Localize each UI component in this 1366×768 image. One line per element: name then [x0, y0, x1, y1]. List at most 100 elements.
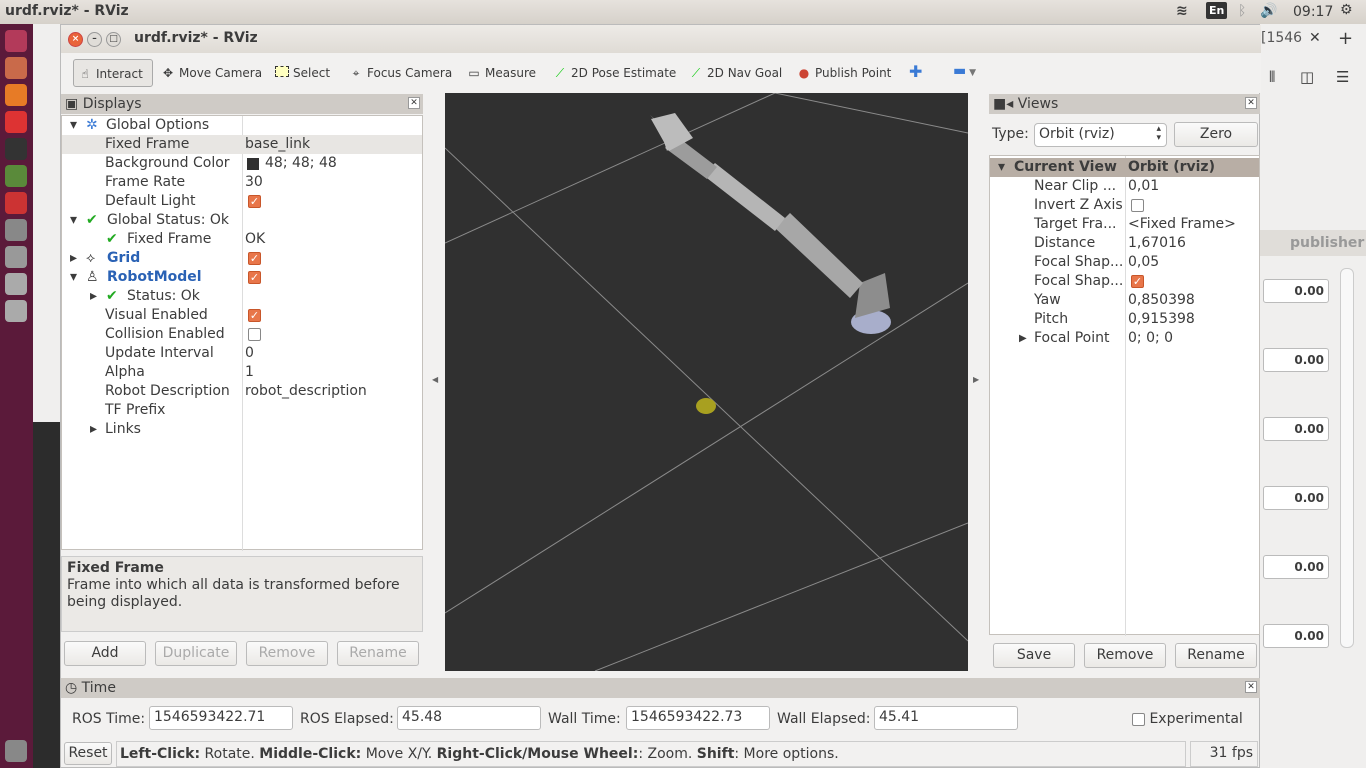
clock[interactable]: 09:17	[1293, 4, 1333, 20]
trash-icon[interactable]	[5, 740, 27, 762]
publisher-tab[interactable]: publisher	[1260, 230, 1366, 256]
expand-icon[interactable]: ▾	[70, 116, 77, 135]
tree-row-robot-description[interactable]: Robot Description robot_description	[62, 382, 422, 401]
tree-row-robotmodel[interactable]: ▾ ♙ RobotModel ✓	[62, 268, 422, 287]
value-field[interactable]: 0.00	[1263, 417, 1329, 441]
app-icon[interactable]	[5, 165, 27, 187]
remove-display-button[interactable]: Remove	[246, 641, 328, 666]
robotmodel-checkbox[interactable]: ✓	[248, 270, 261, 284]
interact-tool[interactable]: ☝ Interact	[73, 59, 153, 87]
reset-button[interactable]: Reset	[64, 742, 112, 765]
add-tool-button[interactable]: ✚	[905, 59, 926, 87]
browser-tab[interactable]: [1546	[1261, 30, 1302, 46]
tree-row-collision-enabled[interactable]: Collision Enabled	[62, 325, 422, 344]
remove-view-button[interactable]: Remove	[1084, 643, 1166, 668]
grid-checkbox[interactable]: ✓	[248, 251, 261, 265]
rename-display-button[interactable]: Rename	[337, 641, 419, 666]
tree-row-alpha[interactable]: Alpha 1	[62, 363, 422, 382]
minimize-button[interactable]: –	[87, 32, 102, 47]
volume-icon[interactable]: 🔊	[1260, 3, 1277, 19]
collapse-right-handle[interactable]: ▶	[973, 375, 979, 384]
zero-button[interactable]: Zero	[1174, 122, 1258, 147]
tree-row-fixed-frame[interactable]: Fixed Frame base_link	[62, 135, 422, 154]
tree-row-links[interactable]: ▸ Links	[62, 420, 422, 439]
firefox-icon[interactable]	[5, 84, 27, 106]
duplicate-display-button[interactable]: Duplicate	[155, 641, 237, 666]
remove-tool-button[interactable]: ▬ ▼	[949, 59, 980, 87]
collision-enabled-checkbox[interactable]	[248, 327, 261, 341]
view-type-select[interactable]: Orbit (rviz) ▴ ▾	[1034, 123, 1167, 147]
experimental-checkbox-wrap[interactable]: Experimental	[1132, 711, 1243, 727]
value-field[interactable]: 0.00	[1263, 348, 1329, 372]
views-tree[interactable]: ▾ Current View Orbit (rviz) Near Clip ... 0…	[989, 155, 1260, 636]
app-icon[interactable]	[5, 300, 27, 322]
scrollbar[interactable]	[1340, 268, 1354, 648]
tree-row-focal-point[interactable]: ▶ Focal Point 0; 0; 0	[990, 329, 1259, 348]
tree-row-background-color[interactable]: Background Color 48; 48; 48	[62, 154, 422, 173]
value-field[interactable]: 0.00	[1263, 486, 1329, 510]
app-icon[interactable]	[5, 273, 27, 295]
save-view-button[interactable]: Save	[993, 643, 1075, 668]
tree-row-current-view[interactable]: ▾ Current View Orbit (rviz)	[990, 158, 1259, 177]
displays-tree[interactable]: ▾ ✲ Global Options Fixed Frame base_link Ba…	[61, 115, 423, 551]
close-panel-button[interactable]: ✕	[1245, 681, 1257, 693]
close-tab-icon[interactable]: ✕	[1309, 30, 1321, 46]
tree-row-tf-prefix[interactable]: TF Prefix	[62, 401, 422, 420]
tree-row-pitch[interactable]: Pitch 0,915398	[990, 310, 1259, 329]
expand-icon[interactable]: ▸	[70, 249, 77, 268]
select-tool[interactable]: Select	[271, 59, 334, 87]
invert-z-checkbox[interactable]	[1131, 198, 1144, 212]
tree-row-frame-rate[interactable]: Frame Rate 30	[62, 173, 422, 192]
maximize-button[interactable]: □	[106, 32, 121, 47]
tree-row-status[interactable]: ▸ ✔ Status: Ok	[62, 287, 422, 306]
pose-estimate-tool[interactable]: ⟋ 2D Pose Estimate	[549, 59, 680, 87]
nav-goal-tool[interactable]: ⟋ 2D Nav Goal	[685, 59, 786, 87]
ros-time-field[interactable]: 1546593422.71	[149, 706, 293, 730]
library-icon[interactable]: ⫴	[1269, 68, 1275, 86]
close-panel-button[interactable]: ✕	[1245, 97, 1257, 109]
tree-row-focal-shape-size[interactable]: Focal Shap... 0,05	[990, 253, 1259, 272]
terminal-icon[interactable]	[5, 138, 27, 160]
app-icon[interactable]	[5, 192, 27, 214]
tree-row-update-interval[interactable]: Update Interval 0	[62, 344, 422, 363]
tree-row-visual-enabled[interactable]: Visual Enabled ✓	[62, 306, 422, 325]
collapse-left-handle[interactable]: ◀	[432, 375, 438, 384]
files-icon[interactable]	[5, 57, 27, 79]
wall-elapsed-field[interactable]: 45.41	[874, 706, 1018, 730]
new-tab-icon[interactable]: +	[1338, 28, 1353, 49]
experimental-checkbox[interactable]	[1132, 712, 1145, 726]
rviz-icon[interactable]	[5, 246, 27, 268]
value-field[interactable]: 0.00	[1263, 555, 1329, 579]
tree-row-near-clip[interactable]: Near Clip ... 0,01	[990, 177, 1259, 196]
add-display-button[interactable]: Add	[64, 641, 146, 666]
value-field[interactable]: 0.00	[1263, 279, 1329, 303]
close-panel-button[interactable]: ✕	[408, 97, 420, 109]
tree-row-target-frame[interactable]: Target Fra... <Fixed Frame>	[990, 215, 1259, 234]
focus-camera-tool[interactable]: ⌖ Focus Camera	[345, 59, 456, 87]
tree-row-global-status[interactable]: ▾ ✔ Global Status: Ok	[62, 211, 422, 230]
dash-icon[interactable]	[5, 30, 27, 52]
color-swatch[interactable]	[247, 158, 259, 170]
app-icon[interactable]	[5, 111, 27, 133]
measure-tool[interactable]: ▭ Measure	[463, 59, 540, 87]
tree-row-focal-shape-fixed[interactable]: Focal Shap... ✓	[990, 272, 1259, 291]
wall-time-field[interactable]: 1546593422.73	[626, 706, 770, 730]
move-camera-tool[interactable]: ✥ Move Camera	[157, 59, 266, 87]
tree-row-distance[interactable]: Distance 1,67016	[990, 234, 1259, 253]
rename-view-button[interactable]: Rename	[1175, 643, 1257, 668]
visual-enabled-checkbox[interactable]: ✓	[248, 308, 261, 322]
bluetooth-icon[interactable]: ᛒ	[1238, 3, 1246, 19]
ros-elapsed-field[interactable]: 45.48	[397, 706, 541, 730]
focal-shape-checkbox[interactable]: ✓	[1131, 274, 1144, 288]
wifi-icon[interactable]: ≋	[1176, 3, 1188, 19]
tree-row-global-options[interactable]: ▾ ✲ Global Options	[62, 116, 422, 135]
sidebar-icon[interactable]: ◫	[1300, 68, 1314, 86]
3d-viewport[interactable]	[445, 93, 968, 671]
keyboard-layout-indicator[interactable]: En	[1206, 2, 1228, 19]
power-gear-icon[interactable]: ⚙	[1340, 2, 1353, 18]
tree-row-invert-z[interactable]: Invert Z Axis	[990, 196, 1259, 215]
menu-icon[interactable]: ☰	[1336, 68, 1349, 86]
tree-row-grid[interactable]: ▸ ⟡ Grid ✓	[62, 249, 422, 268]
default-light-checkbox[interactable]: ✓	[248, 194, 261, 208]
value-field[interactable]: 0.00	[1263, 624, 1329, 648]
